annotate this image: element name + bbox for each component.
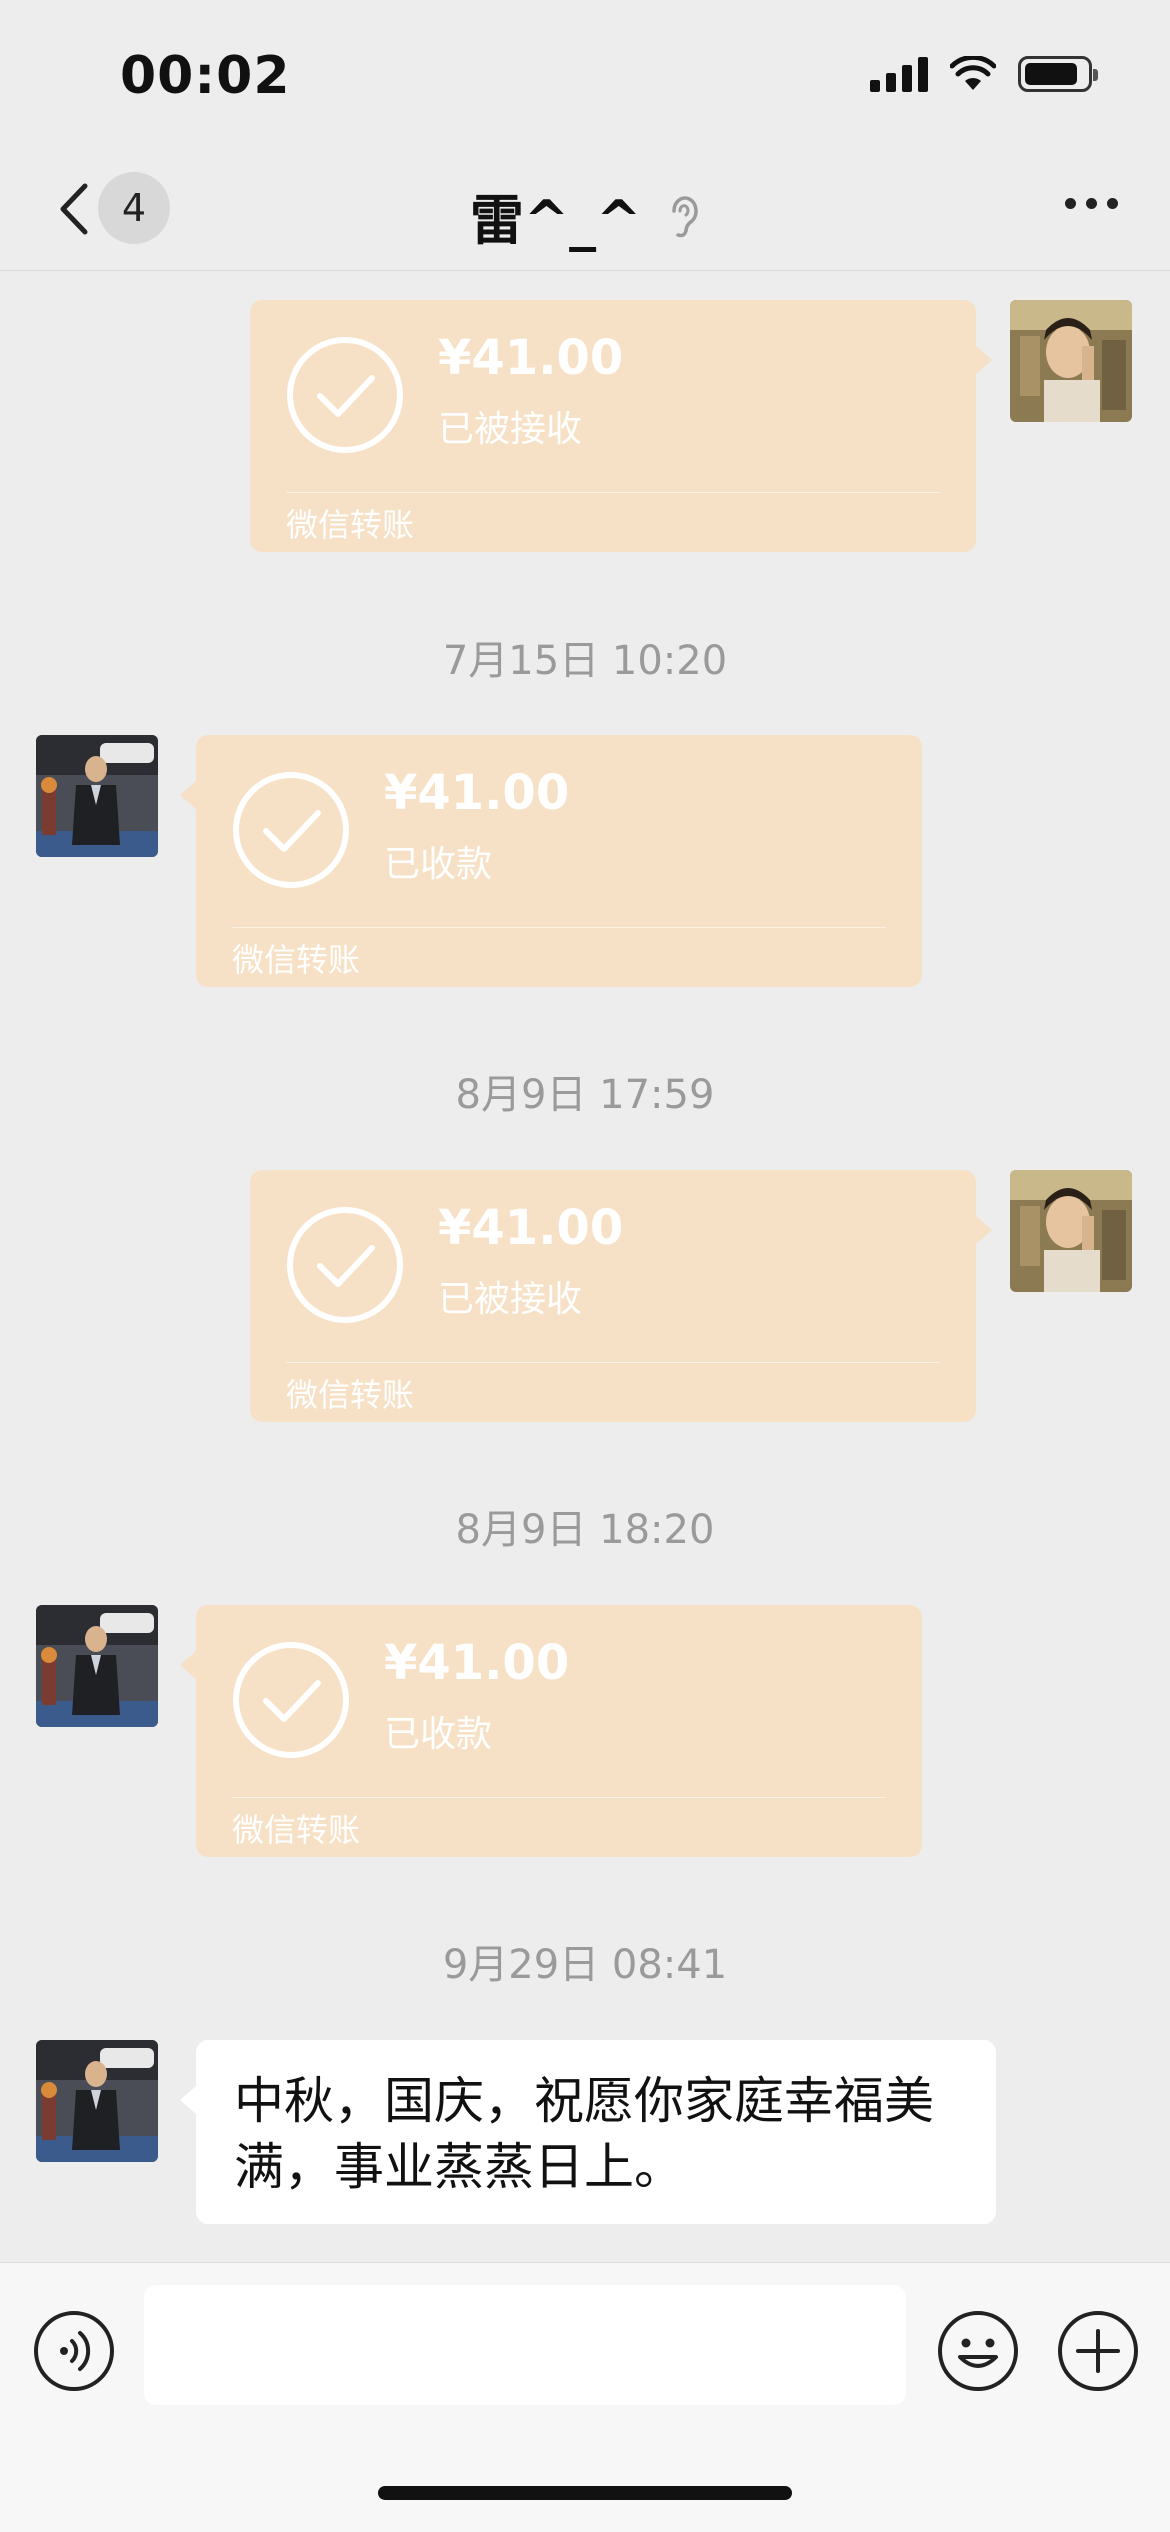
- cellular-signal-icon: [870, 56, 928, 92]
- text-message[interactable]: 中秋，国庆，祝愿你家庭幸福美 满，事业蒸蒸日上。: [180, 2040, 996, 2224]
- chat-screen: 00:02 4 雷^_^ ¥41.00 已被接收 微信转账 7月15日 10:2…: [0, 0, 1170, 2532]
- transfer-amount: ¥41.00: [438, 1200, 624, 1256]
- message-line: 中秋，国庆，祝愿你家庭幸福美: [234, 2072, 934, 2130]
- more-dot: [1107, 198, 1118, 209]
- transfer-label: 微信转账: [286, 1376, 415, 1414]
- plus-icon[interactable]: [1056, 2309, 1140, 2393]
- transfer-label: 微信转账: [232, 1811, 361, 1849]
- check-circle-icon: [233, 772, 349, 888]
- chat-title-text: 雷^_^: [469, 189, 642, 252]
- chat-title: 雷^_^: [0, 176, 1170, 255]
- battery-icon: [1018, 56, 1098, 92]
- transfer-message[interactable]: ¥41.00 已收款 微信转账: [180, 735, 922, 987]
- my-avatar[interactable]: [1010, 1170, 1132, 1292]
- home-indicator: [378, 2486, 792, 2500]
- divider: [286, 492, 940, 493]
- voice-icon[interactable]: [32, 2309, 116, 2393]
- transfer-label: 微信转账: [232, 941, 361, 979]
- wifi-icon: [950, 56, 996, 90]
- transfer-message[interactable]: ¥41.00 已收款 微信转账: [180, 1605, 922, 1857]
- transfer-status: 已被接收: [438, 409, 583, 450]
- transfer-status: 已收款: [384, 1714, 493, 1755]
- transfer-message[interactable]: ¥41.00 已被接收 微信转账: [250, 1170, 992, 1422]
- message-line: 满，事业蒸蒸日上。: [234, 2138, 684, 2196]
- transfer-status: 已被接收: [438, 1279, 583, 1320]
- transfer-message[interactable]: ¥41.00 已被接收 微信转账: [250, 300, 992, 552]
- message-input[interactable]: [144, 2285, 906, 2405]
- more-button[interactable]: [1065, 198, 1118, 209]
- more-dot: [1065, 198, 1076, 209]
- message-timestamp: 8月9日 17:59: [455, 1072, 715, 1118]
- check-circle-icon: [287, 337, 403, 453]
- transfer-status: 已收款: [384, 844, 493, 885]
- transfer-amount: ¥41.00: [438, 330, 624, 386]
- message-timestamp: 8月9日 18:20: [455, 1507, 715, 1553]
- transfer-amount: ¥41.00: [384, 765, 570, 821]
- more-dot: [1086, 198, 1097, 209]
- status-icons: [870, 56, 1098, 92]
- contact-avatar[interactable]: [36, 1605, 158, 1727]
- divider: [286, 1362, 940, 1363]
- status-time: 00:02: [120, 46, 291, 106]
- transfer-label: 微信转账: [286, 506, 415, 544]
- divider: [232, 927, 886, 928]
- ear-icon: [672, 195, 698, 237]
- contact-avatar[interactable]: [36, 735, 158, 857]
- contact-avatar[interactable]: [36, 2040, 158, 2162]
- transfer-amount: ¥41.00: [384, 1635, 570, 1691]
- divider: [232, 1797, 886, 1798]
- check-circle-icon: [287, 1207, 403, 1323]
- nav-bar: 4 雷^_^: [0, 150, 1170, 271]
- emoji-icon[interactable]: [936, 2309, 1020, 2393]
- message-timestamp: 7月15日 10:20: [442, 638, 728, 684]
- my-avatar[interactable]: [1010, 300, 1132, 422]
- status-bar: 00:02: [0, 0, 1170, 150]
- check-circle-icon: [233, 1642, 349, 1758]
- message-timestamp: 9月29日 08:41: [442, 1942, 728, 1988]
